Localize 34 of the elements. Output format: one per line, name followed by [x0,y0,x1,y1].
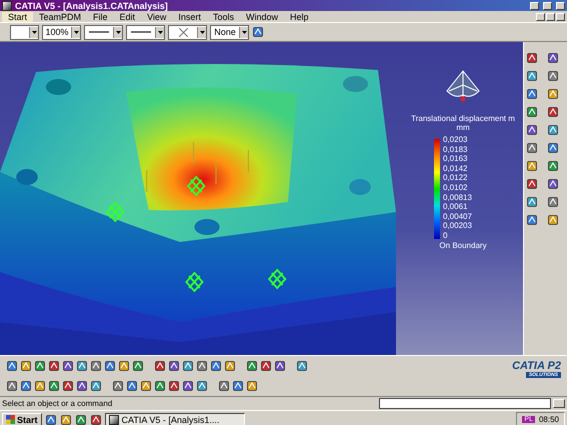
status-message: Select an object or a command [2,399,112,408]
clock: 08:50 [538,415,559,424]
legend-value: 0,00203 [443,221,472,231]
legend-value: 0,0183 [443,144,468,154]
taskbar-button[interactable]: CATIA V5 - [Analysis1.... [104,412,245,425]
legend-footer: On Boundary [439,240,487,250]
legend-value: 0,0163 [443,154,468,164]
menu-item[interactable]: Insert [172,12,207,22]
menu-item[interactable]: Help [284,12,314,22]
legend-title: Translational displacement m [411,114,515,123]
legend-unit: mm [456,123,470,132]
legend-value: 0,0122 [443,173,468,183]
dropdown-value: 100% [44,27,70,37]
3d-viewport[interactable]: Translational displacement m mm 0,0203 0,0183 0,0163 0,0142 0,0122 0,0102 0,00813 0,0061 0,00407 0,00203 0 On Boundary [0,42,523,355]
legend-value: 0,00407 [443,212,472,222]
legend-value: 0,00813 [443,192,472,202]
legend-value: 0 [443,230,448,241]
legend-value: 0,0061 [443,202,468,212]
window-title: CATIA V5 - [Analysis1.CATAnalysis] [15,0,168,10]
format-dropdown[interactable]: 100% [42,24,81,40]
legend-value: 0,0203 [443,135,468,145]
menu-item[interactable]: Tools [206,12,240,22]
menu-item[interactable]: File [87,12,114,22]
legend-value: 0,0142 [443,164,468,174]
legend-value: 0,0102 [443,182,468,193]
logo-text: CATIA P2 [512,360,561,372]
menu-item[interactable]: Window [240,12,284,22]
menu-item[interactable]: Edit [114,12,142,22]
start-button[interactable]: Start [2,412,42,425]
menu-item[interactable]: View [141,12,172,22]
dropdown-value: None [213,27,237,37]
menu-item[interactable]: TeamPDM [33,12,88,22]
menu-item[interactable]: Start [2,12,34,22]
format-dropdown[interactable]: None [210,24,249,40]
